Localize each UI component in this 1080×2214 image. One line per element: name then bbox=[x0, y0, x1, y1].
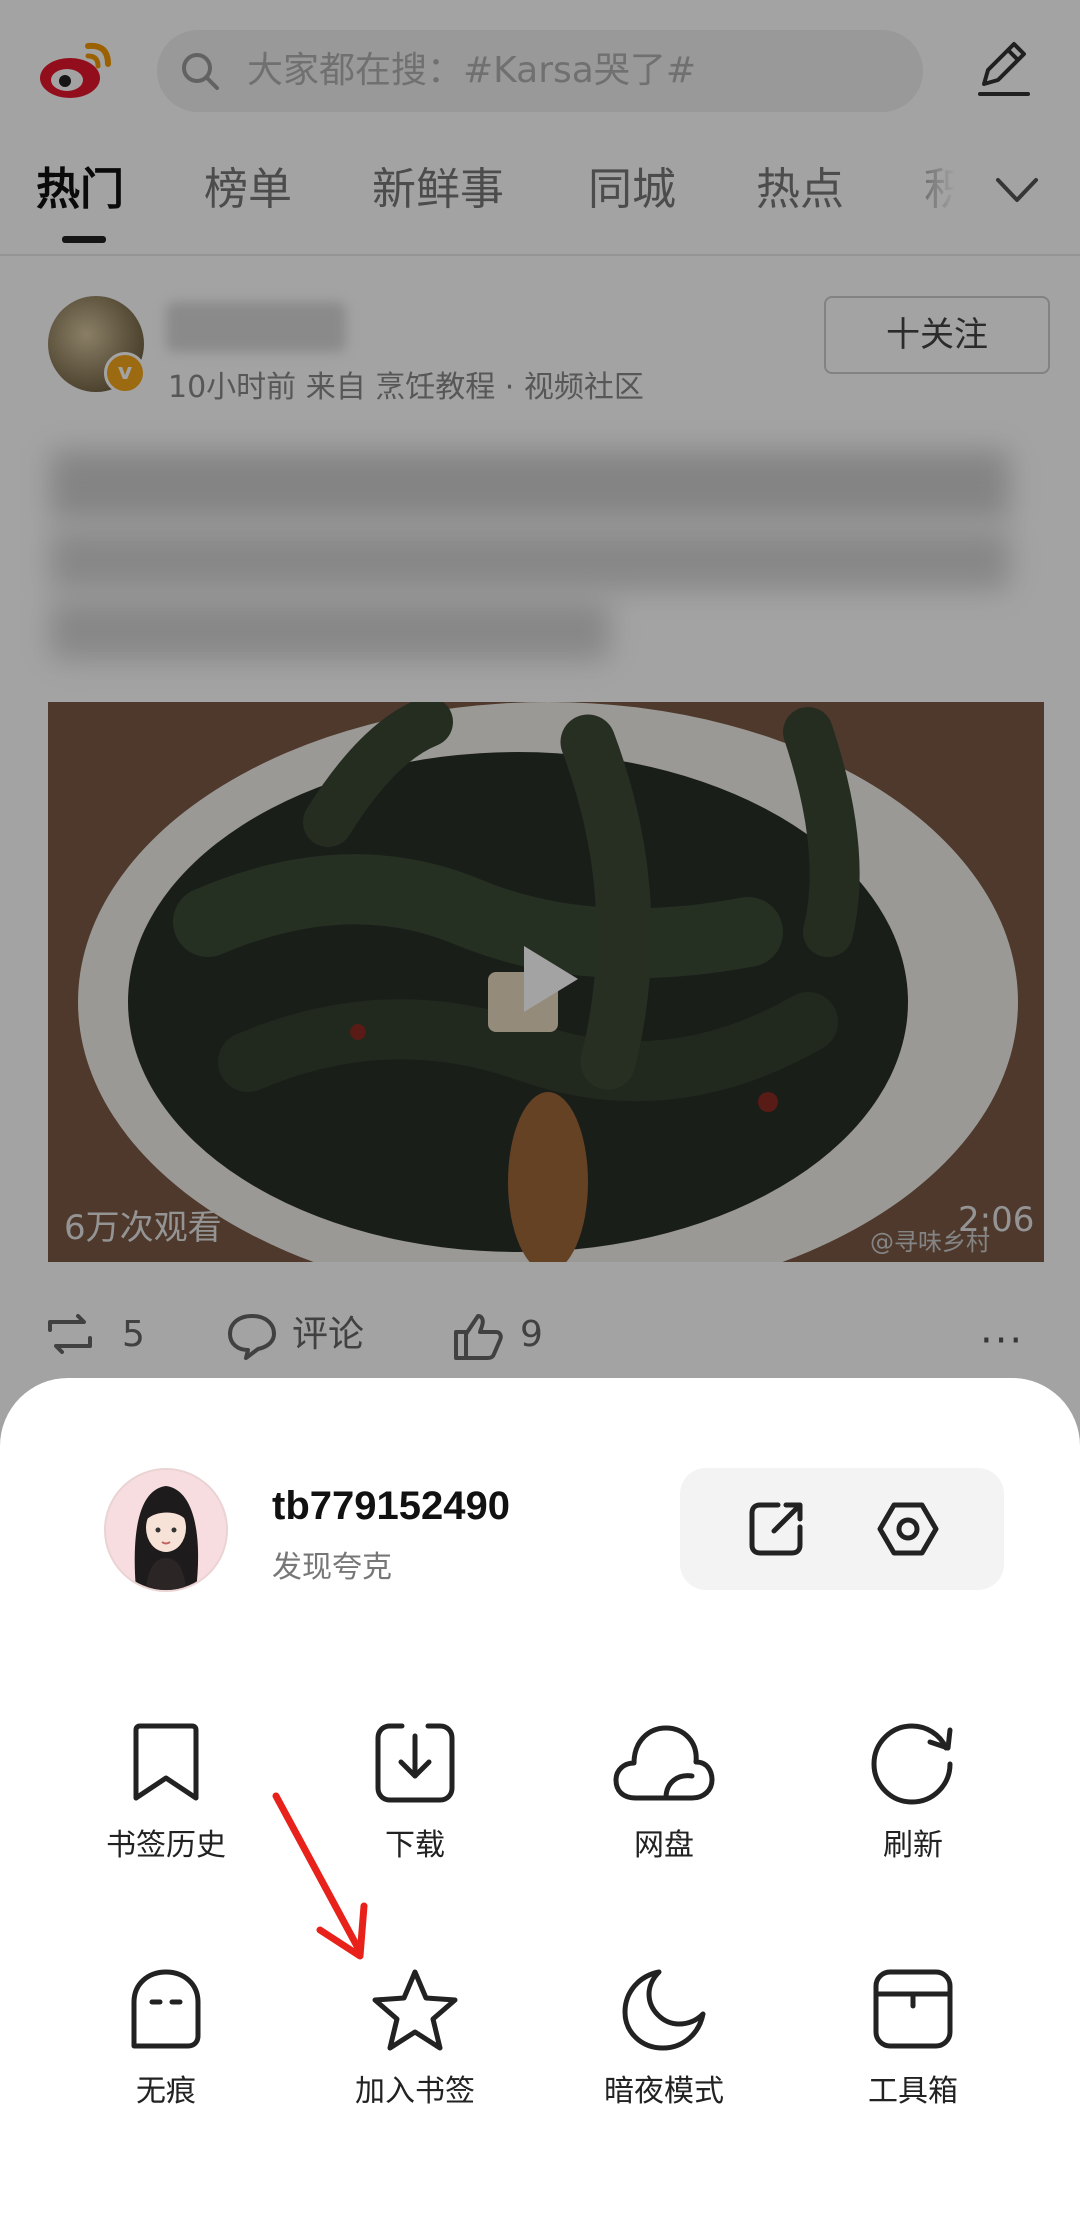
menu-label: 无痕 bbox=[136, 2074, 196, 2109]
menu-add-bookmark[interactable]: 加入书签 bbox=[315, 1966, 515, 2116]
menu-incognito[interactable]: 无痕 bbox=[66, 1966, 266, 2116]
profile-username[interactable]: tb779152490 bbox=[272, 1484, 510, 1529]
edit-icon[interactable] bbox=[744, 1497, 808, 1561]
moon-icon bbox=[622, 1969, 706, 2051]
settings-icon[interactable] bbox=[876, 1497, 940, 1561]
red-annotation-arrow-icon bbox=[272, 1792, 368, 1960]
menu-label: 刷新 bbox=[883, 1828, 943, 1863]
menu-cloud-drive[interactable]: 网盘 bbox=[564, 1720, 764, 1870]
profile-avatar[interactable] bbox=[104, 1468, 228, 1592]
menu-label: 书签历史 bbox=[106, 1828, 226, 1863]
menu-label: 加入书签 bbox=[355, 2074, 475, 2109]
bookmark-icon bbox=[133, 1723, 199, 1801]
download-icon bbox=[375, 1723, 455, 1803]
cloud-icon bbox=[613, 1725, 715, 1801]
toolbox-icon bbox=[873, 1969, 953, 2049]
menu-dark-mode[interactable]: 暗夜模式 bbox=[564, 1966, 764, 2116]
ghost-icon bbox=[131, 1969, 201, 2049]
profile-subtitle: 发现夸克 bbox=[272, 1550, 392, 1585]
menu-refresh[interactable]: 刷新 bbox=[813, 1720, 1013, 1870]
refresh-icon bbox=[871, 1723, 953, 1805]
menu-label: 工具箱 bbox=[868, 2074, 958, 2109]
anime-girl-avatar-icon bbox=[106, 1470, 226, 1590]
menu-label: 暗夜模式 bbox=[604, 2074, 724, 2109]
menu-label: 网盘 bbox=[634, 1828, 694, 1863]
menu-toolbox[interactable]: 工具箱 bbox=[813, 1966, 1013, 2116]
star-icon bbox=[372, 1969, 458, 2051]
menu-bookmark-history[interactable]: 书签历史 bbox=[66, 1720, 266, 1870]
quick-actions bbox=[680, 1468, 1004, 1590]
